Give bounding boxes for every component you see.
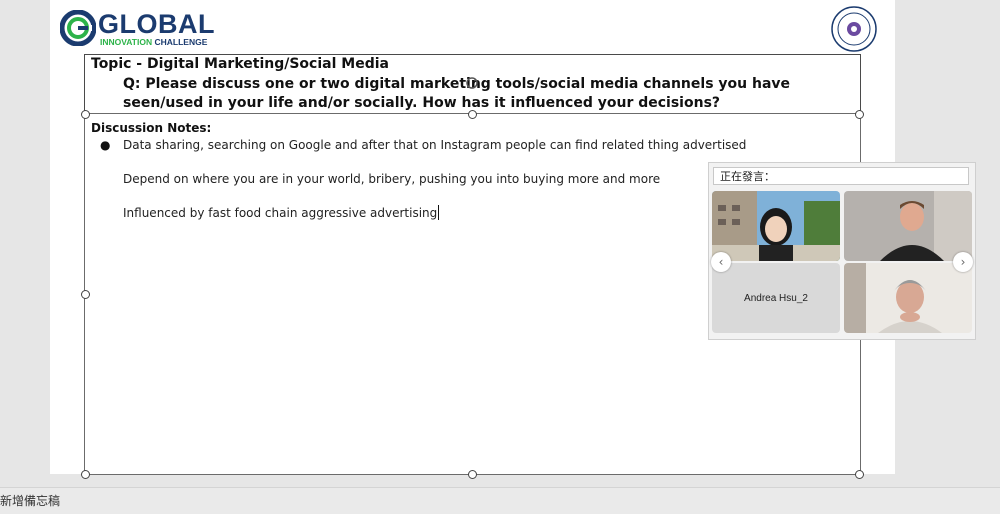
participant-video-feed: [844, 263, 972, 333]
college-seal-icon: [831, 6, 877, 52]
video-tile-participant-2[interactable]: [844, 191, 972, 261]
speaking-indicator: 正在發言：: [713, 167, 969, 185]
participant-name: Andrea Hsu_2: [744, 292, 808, 304]
resize-handle-top-left[interactable]: [81, 110, 90, 119]
video-tile-participant-1[interactable]: [712, 191, 840, 261]
logo-mark-icon: [60, 10, 96, 46]
video-tile-participant-3[interactable]: Andrea Hsu_2: [712, 263, 840, 333]
rotate-handle-icon[interactable]: [465, 76, 479, 90]
video-tile-participant-4[interactable]: [844, 263, 972, 333]
participant-video-feed: [712, 191, 840, 261]
bullet-icon: ●: [100, 138, 111, 152]
text-cursor: [438, 205, 440, 220]
slide-question[interactable]: Q: Please discuss one or two digital mar…: [123, 75, 858, 113]
resize-handle-bottom-left[interactable]: [81, 470, 90, 479]
resize-handle-bottom[interactable]: [468, 470, 477, 479]
status-bar: [0, 487, 1000, 514]
prev-page-icon[interactable]: ‹: [711, 252, 731, 272]
note-line-2[interactable]: Depend on where you are in your world, b…: [123, 172, 660, 186]
resize-handle-left[interactable]: [81, 290, 90, 299]
global-innovation-challenge-logo: GLOBAL INNOVATION CHALLENGE: [60, 8, 220, 48]
add-notes-link[interactable]: 新增備忘稿: [0, 492, 60, 509]
note-line-3[interactable]: Influenced by fast food chain aggressive…: [123, 205, 440, 220]
note-line-1[interactable]: Data sharing, searching on Google and af…: [123, 138, 746, 152]
resize-handle-bottom-right[interactable]: [855, 470, 864, 479]
slide-topic[interactable]: Topic - Digital Marketing/Social Media: [91, 56, 389, 72]
next-page-icon[interactable]: ›: [953, 252, 973, 272]
logo-tagline: INNOVATION CHALLENGE: [100, 37, 208, 47]
discussion-notes-heading[interactable]: Discussion Notes:: [91, 121, 211, 135]
video-call-panel[interactable]: 正在發言： Andrea Hsu_2 ‹ ›: [708, 162, 976, 340]
participant-video-feed: [844, 191, 972, 261]
